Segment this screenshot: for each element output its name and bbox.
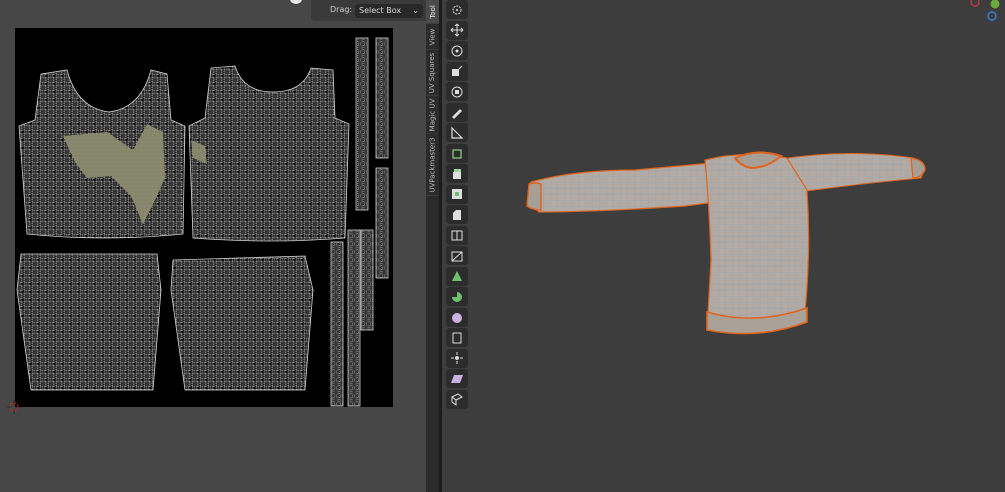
tool-shelf: [446, 0, 470, 420]
sweater-mesh[interactable]: [515, 140, 935, 360]
shear-tool-button[interactable]: [446, 369, 468, 388]
knife-icon: [451, 251, 463, 261]
extrude-tool-button[interactable]: [446, 164, 468, 183]
cursor-icon: [452, 5, 462, 14]
loop-cut-icon: [451, 230, 463, 241]
rotate-icon: [451, 45, 463, 56]
uv-strip-6: [330, 241, 344, 407]
sweater-body: [704, 153, 810, 332]
inset-icon: [452, 189, 462, 199]
edge-slide-icon: [452, 332, 462, 343]
tab-uvpackmaster3[interactable]: UVPackmaster3: [426, 134, 439, 196]
move-icon: [450, 23, 464, 37]
bevel-icon: [453, 209, 461, 220]
uv-island-back-torso: [188, 65, 350, 242]
measure-tool-button[interactable]: [446, 123, 468, 142]
annotate-tool-button[interactable]: [446, 102, 468, 122]
add-cube-tool-button[interactable]: [446, 143, 468, 163]
shrink-fatten-tool-button[interactable]: [446, 348, 468, 368]
bevel-tool-button[interactable]: [446, 205, 468, 224]
uv-strip-1: [355, 37, 369, 211]
measure-icon: [451, 126, 464, 139]
tab-magic-uv[interactable]: Magic UV: [426, 96, 439, 134]
edge-slide-tool-button[interactable]: [446, 328, 468, 347]
sidebar-tabs: Tool View UV Squares Magic UV UVPackmast…: [426, 0, 439, 492]
uv-island-sleeve-right: [170, 255, 314, 391]
smooth-icon: [452, 313, 462, 323]
loop-cut-tool-button[interactable]: [446, 225, 468, 245]
chevron-down-icon: ⌄: [412, 6, 419, 15]
drag-label: Drag:: [330, 5, 353, 14]
uv-strip-4: [347, 229, 361, 407]
knife-tool-button[interactable]: [446, 246, 468, 265]
inset-tool-button[interactable]: [446, 184, 468, 204]
extrude-icon: [453, 168, 461, 179]
uv-canvas[interactable]: [15, 28, 393, 407]
cursor-tool-button[interactable]: [446, 0, 468, 19]
sweater-left-cuff: [526, 182, 542, 211]
uv-editor[interactable]: Drag: Select Box ⌄: [0, 0, 426, 492]
poly-build-tool-button[interactable]: [446, 266, 468, 286]
move-tool-button[interactable]: [446, 20, 468, 40]
tab-uv-squares[interactable]: UV Squares: [426, 50, 439, 96]
scale-icon: [452, 65, 463, 76]
tab-view[interactable]: View: [426, 24, 439, 50]
transform-icon: [451, 86, 463, 97]
add-cube-icon: [452, 149, 462, 159]
uv-strip-5: [360, 229, 374, 331]
spin-icon: [452, 291, 462, 302]
shrink-fatten-icon: [451, 352, 463, 364]
uv-strip-3: [375, 167, 389, 279]
rotate-tool-button[interactable]: [446, 41, 468, 60]
smooth-tool-button[interactable]: [446, 307, 468, 327]
tab-tool[interactable]: Tool: [426, 0, 439, 24]
drag-select-mode-dropdown[interactable]: Select Box ⌄: [355, 4, 423, 18]
scale-tool-button[interactable]: [446, 61, 468, 81]
select-mode-value: Select Box: [359, 6, 402, 15]
navigation-gizmo[interactable]: [965, 0, 1005, 30]
transform-tool-button[interactable]: [446, 82, 468, 101]
mouse-cursor: [290, 0, 302, 4]
rip-region-icon: [451, 393, 463, 406]
shear-icon: [451, 374, 463, 383]
uv-island-sleeve-left: [16, 253, 162, 391]
sweater-right-cuff: [910, 157, 926, 179]
poly-build-icon: [452, 271, 462, 281]
uv-strip-2: [375, 37, 389, 159]
rip-region-tool-button[interactable]: [446, 389, 468, 409]
2d-cursor-icon[interactable]: [7, 400, 21, 414]
spin-tool-button[interactable]: [446, 287, 468, 306]
annotate-icon: [452, 109, 462, 119]
